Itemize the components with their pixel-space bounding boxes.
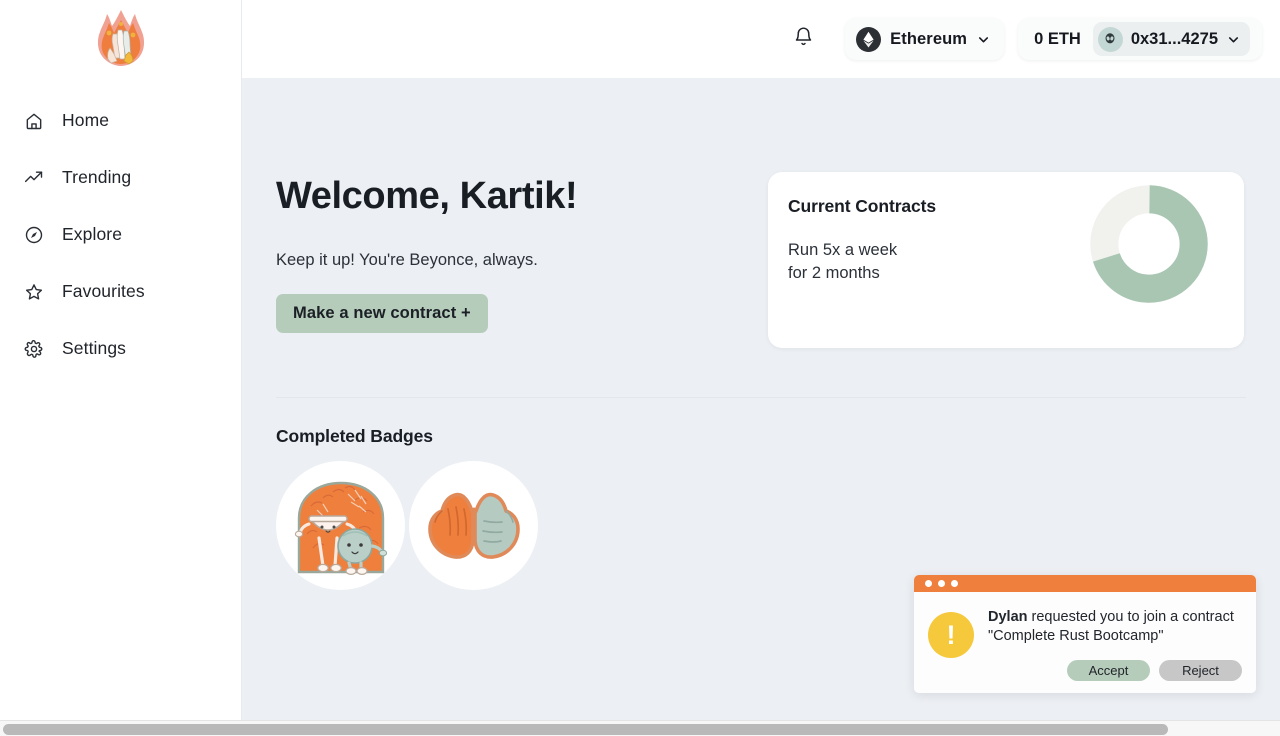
accept-button[interactable]: Accept xyxy=(1067,659,1150,681)
card-title: Current Contracts xyxy=(788,196,937,216)
sidebar-item-label: Explore xyxy=(62,224,123,244)
eth-balance: 0 ETH xyxy=(1034,29,1081,48)
chevron-down-icon xyxy=(976,32,991,47)
main-content: Welcome, Kartik! Keep it up! You're Beyo… xyxy=(242,78,1280,720)
compass-icon xyxy=(24,225,44,245)
welcome-block: Welcome, Kartik! Keep it up! You're Beyo… xyxy=(276,172,744,333)
horizontal-scrollbar-thumb[interactable] xyxy=(3,724,1168,735)
toast-titlebar xyxy=(914,575,1256,592)
sidebar-item-home[interactable]: Home xyxy=(0,92,241,149)
make-new-contract-button[interactable]: Make a new contract + xyxy=(276,293,488,333)
sidebar-item-label: Home xyxy=(62,110,110,130)
flame-hands-logo xyxy=(97,10,144,66)
sidebar: Home Trending Explore Favourites Setting… xyxy=(0,0,242,720)
toast-actor: Dylan xyxy=(988,609,1028,625)
welcome-subtitle: Keep it up! You're Beyonce, always. xyxy=(276,250,538,269)
contracts-donut-chart xyxy=(1090,185,1208,303)
network-label: Ethereum xyxy=(890,29,968,48)
window-dot[interactable] xyxy=(925,580,932,587)
home-icon xyxy=(24,111,44,131)
welcome-row: Welcome, Kartik! Keep it up! You're Beyo… xyxy=(242,78,1280,348)
sidebar-nav: Home Trending Explore Favourites Setting… xyxy=(0,92,241,377)
fist-bump-art xyxy=(427,492,520,559)
star-icon xyxy=(24,282,44,302)
toast-message: Dylan requested you to join a contract "… xyxy=(988,608,1242,647)
notifications-button[interactable] xyxy=(783,19,823,59)
window-dot[interactable] xyxy=(951,580,958,587)
warning-exclamation-icon: ! xyxy=(928,612,974,658)
horizontal-scrollbar[interactable] xyxy=(0,720,1280,736)
main-column: Ethereum 0 ETH 0x31...4275 Welcome, Kart… xyxy=(242,0,1280,720)
toast-body: ! Dylan requested you to join a contract… xyxy=(914,592,1256,693)
page-title: Welcome, Kartik! xyxy=(276,175,578,217)
reject-button[interactable]: Reject xyxy=(1159,659,1242,681)
sidebar-item-label: Trending xyxy=(62,167,132,187)
sidebar-item-favourites[interactable]: Favourites xyxy=(0,263,241,320)
gear-icon xyxy=(24,339,44,359)
logo-container[interactable] xyxy=(0,0,241,78)
app-root: Home Trending Explore Favourites Setting… xyxy=(0,0,1280,736)
top-header: Ethereum 0 ETH 0x31...4275 xyxy=(242,0,1280,78)
arch-characters-badge[interactable] xyxy=(276,461,405,590)
sidebar-item-label: Settings xyxy=(62,338,127,358)
network-selector[interactable]: Ethereum xyxy=(845,18,1005,60)
chevron-down-icon xyxy=(1226,32,1241,47)
toast-actions: Accept Reject xyxy=(988,659,1242,681)
card-description: Run 5x a week for 2 months xyxy=(788,241,898,282)
contract-request-toast: ! Dylan requested you to join a contract… xyxy=(914,575,1256,693)
bell-icon xyxy=(793,26,814,52)
sidebar-item-settings[interactable]: Settings xyxy=(0,320,241,377)
fist-bump-mittens-badge[interactable] xyxy=(409,461,538,590)
arch-characters-art xyxy=(294,481,387,575)
badges-row xyxy=(276,461,1280,590)
current-contracts-card: Current Contracts Run 5x a week for 2 mo… xyxy=(768,172,1244,348)
card-text-block: Current Contracts Run 5x a week for 2 mo… xyxy=(788,194,936,285)
donut-value-arc xyxy=(1090,185,1208,303)
completed-badges-section: Completed Badges xyxy=(242,398,1280,590)
alien-avatar xyxy=(1097,26,1123,52)
wallet-address: 0x31...4275 xyxy=(1130,29,1218,48)
ethereum-icon xyxy=(856,26,882,52)
window-dot[interactable] xyxy=(938,580,945,587)
sidebar-item-explore[interactable]: Explore xyxy=(0,206,241,263)
trending-up-icon xyxy=(24,168,44,188)
wallet-address-group[interactable]: 0x31...4275 xyxy=(1092,22,1250,56)
sidebar-item-trending[interactable]: Trending xyxy=(0,149,241,206)
exclamation-glyph: ! xyxy=(946,619,956,650)
toast-content: Dylan requested you to join a contract "… xyxy=(988,608,1242,681)
wallet-widget[interactable]: 0 ETH 0x31...4275 xyxy=(1018,18,1262,60)
sidebar-item-label: Favourites xyxy=(62,281,145,301)
badges-title: Completed Badges xyxy=(276,426,433,446)
